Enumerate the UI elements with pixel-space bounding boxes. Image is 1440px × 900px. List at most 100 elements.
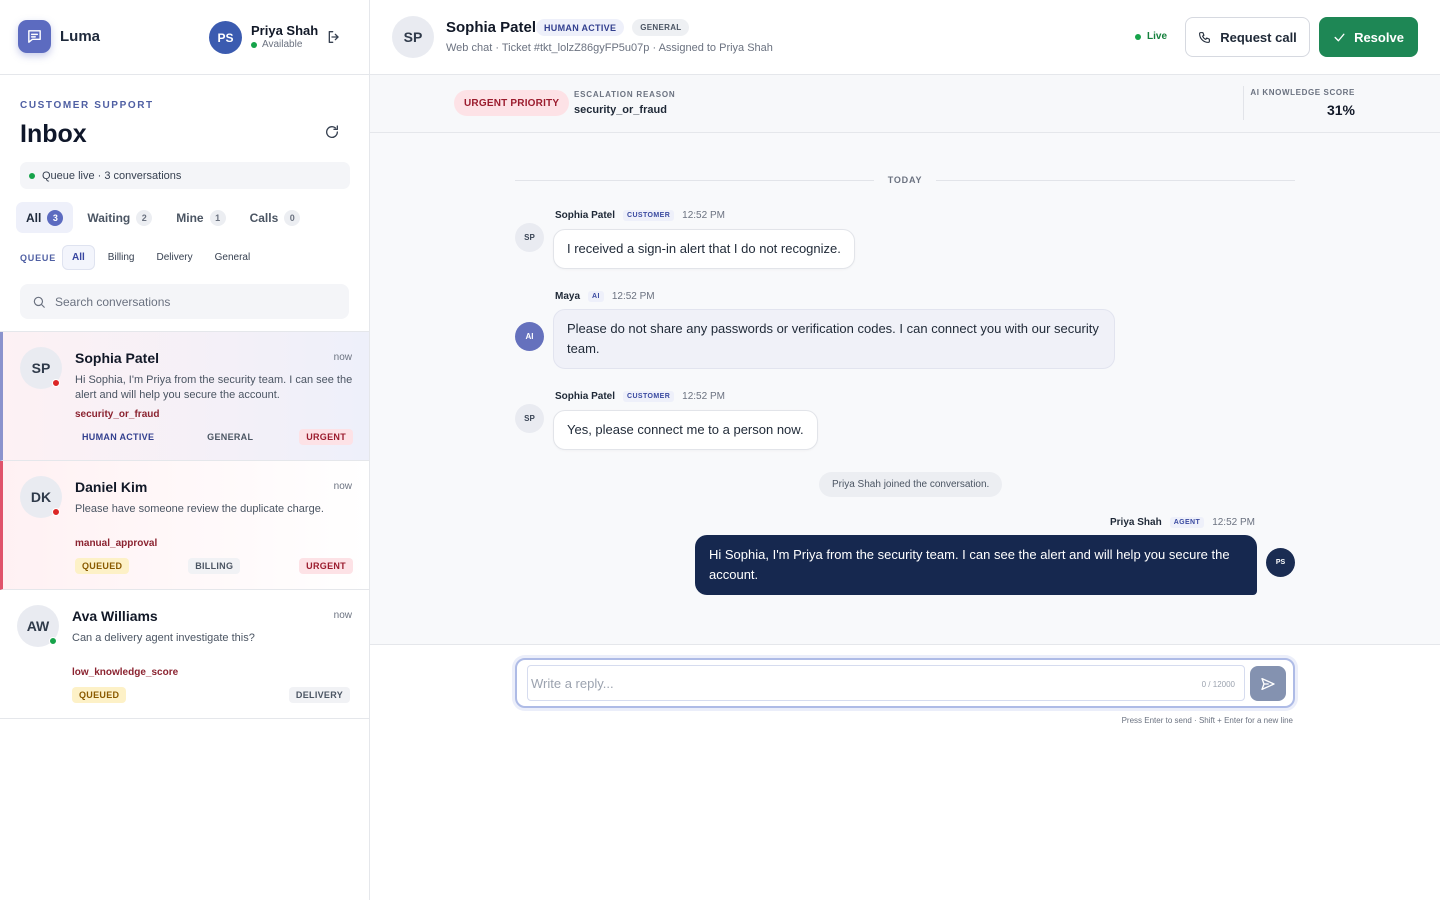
- chat-thread[interactable]: TODAY SP Sophia Patel CUSTOMER 12:52 PM …: [370, 133, 1440, 645]
- message-bubble: Please do not share any passwords or ver…: [553, 309, 1115, 369]
- tab-count: 3: [47, 209, 64, 226]
- current-user-name: Priya Shah: [251, 23, 319, 38]
- conversation-name: Ava Williams: [72, 608, 158, 624]
- queue-badge: GENERAL: [207, 432, 254, 442]
- divider: [936, 179, 1296, 181]
- ai-score-value: 31%: [1326, 102, 1355, 118]
- avatar: SP: [515, 404, 544, 433]
- status-badge: HUMAN ACTIVE: [536, 19, 625, 36]
- message-meta: Priya Shah AGENT 12:52 PM: [1110, 517, 1255, 528]
- avatar: AW: [17, 605, 59, 647]
- resolve-button[interactable]: Resolve: [1319, 17, 1418, 57]
- live-indicator: Live: [1135, 31, 1167, 42]
- tab-label: Calls: [249, 210, 279, 225]
- tab-count: 2: [136, 209, 153, 226]
- role-badge: AGENT: [1169, 517, 1205, 528]
- message-time: 12:52 PM: [1212, 517, 1255, 528]
- queue-filter: QUEUE All Billing Delivery General: [20, 245, 259, 270]
- avatar-initials: AW: [26, 618, 50, 634]
- avatar: SP: [392, 16, 434, 58]
- priority-badge: URGENT: [299, 558, 353, 574]
- message-meta: Maya AI 12:52 PM: [555, 291, 655, 302]
- role-badge: CUSTOMER: [623, 391, 675, 402]
- conversation-name: Daniel Kim: [75, 479, 148, 495]
- avatar: SP: [20, 347, 62, 389]
- request-call-button[interactable]: Request call: [1185, 17, 1310, 57]
- status-badge: QUEUED: [72, 687, 127, 703]
- status-badge: HUMAN ACTIVE: [82, 432, 155, 442]
- escalation-bar: URGENT PRIORITY ESCALATION REASON securi…: [370, 75, 1440, 133]
- reply-input[interactable]: [531, 676, 1131, 696]
- conversation-preview: Please have someone review the duplicate…: [75, 503, 324, 515]
- refresh-icon: [326, 125, 339, 138]
- message-bubble: I received a sign-in alert that I do not…: [553, 229, 855, 269]
- sidebar: Luma PS Priya Shah Available CUSTOMER SU…: [0, 0, 370, 900]
- conversation-tabs: All 3 Waiting 2 Mine 1 Calls 0: [16, 202, 310, 233]
- resolve-label: Resolve: [1354, 29, 1404, 45]
- logout-button[interactable]: [326, 29, 342, 45]
- chat-icon: [28, 30, 41, 43]
- ai-score-label: AI KNOWLEDGE SCORE: [1250, 88, 1355, 97]
- queue-filter-delivery[interactable]: Delivery: [147, 245, 201, 270]
- tab-all[interactable]: All 3: [16, 202, 74, 233]
- conversation-time: now: [333, 481, 352, 492]
- logout-icon: [328, 31, 339, 43]
- reply-composer: 0 / 12000: [515, 658, 1295, 708]
- message-bubble: Hi Sophia, I'm Priya from the security t…: [695, 535, 1257, 595]
- queue-badge: BILLING: [188, 558, 241, 574]
- send-icon: [1261, 677, 1275, 690]
- message-author: Priya Shah: [1109, 517, 1162, 528]
- avatar: DK: [20, 476, 62, 518]
- tab-mine[interactable]: Mine 1: [166, 202, 235, 233]
- message-author: Sophia Patel: [555, 391, 616, 402]
- page-title: Inbox: [20, 120, 87, 148]
- avatar: PS: [1266, 548, 1295, 577]
- message-meta: Sophia Patel CUSTOMER 12:52 PM: [555, 210, 725, 221]
- status-label: Available: [262, 39, 303, 50]
- refresh-button[interactable]: [324, 124, 340, 140]
- search-input[interactable]: [55, 294, 325, 309]
- sidebar-header: Luma PS Priya Shah Available: [0, 0, 369, 75]
- tab-count: 0: [284, 209, 301, 226]
- presence-dot: [49, 637, 57, 645]
- escalation-reason-label: ESCALATION REASON: [574, 90, 676, 99]
- request-call-label: Request call: [1220, 29, 1297, 45]
- role-badge: CUSTOMER: [623, 210, 675, 221]
- message-time: 12:52 PM: [682, 391, 725, 402]
- avatar-initials: DK: [30, 489, 52, 505]
- conversation-preview: Can a delivery agent investigate this?: [72, 632, 255, 644]
- priority-badge: URGENT: [299, 429, 353, 445]
- status-dot: [251, 41, 257, 48]
- send-button[interactable]: [1250, 666, 1286, 701]
- escalation-reason: low_knowledge_score: [72, 667, 179, 678]
- status-badge: QUEUED: [75, 558, 130, 574]
- escalation-reason: security_or_fraud: [75, 409, 160, 420]
- tab-calls[interactable]: Calls 0: [240, 202, 311, 233]
- customer-name: Sophia Patel: [446, 19, 537, 36]
- presence-dot: [52, 379, 60, 387]
- role-badge: AI: [588, 291, 604, 302]
- queue-filter-general[interactable]: General: [206, 245, 260, 270]
- divider: [515, 179, 874, 181]
- conversation-subtitle: Web chat · Ticket #tkt_lolzZ86gyFP5u07p …: [446, 42, 773, 54]
- day-label: TODAY: [887, 175, 923, 185]
- queue-filter-billing[interactable]: Billing: [99, 245, 144, 270]
- queue-label: QUEUE: [20, 252, 57, 263]
- divider: [1243, 86, 1244, 120]
- queue-filter-all[interactable]: All: [62, 245, 95, 270]
- conversation-item[interactable]: SP Sophia Patel now Hi Sophia, I'm Priya…: [0, 332, 369, 461]
- conversation-header: SP Sophia Patel HUMAN ACTIVE GENERAL Web…: [370, 0, 1440, 75]
- queue-live-dot: [29, 172, 35, 179]
- tab-label: Waiting: [87, 210, 131, 225]
- conversation-item[interactable]: AW Ava Williams now Can a delivery agent…: [0, 590, 369, 719]
- tab-label: Mine: [176, 210, 204, 225]
- avatar[interactable]: PS: [209, 21, 242, 54]
- message-author: Sophia Patel: [555, 210, 616, 221]
- tab-waiting[interactable]: Waiting 2: [77, 202, 162, 233]
- conversation-name: Sophia Patel: [75, 350, 160, 366]
- message-time: 12:52 PM: [611, 291, 655, 302]
- conversation-item[interactable]: DK Daniel Kim now Please have someone re…: [0, 461, 369, 590]
- tab-count: 1: [209, 209, 226, 226]
- app-logo[interactable]: [18, 20, 51, 53]
- escalation-reason: manual_approval: [75, 538, 158, 549]
